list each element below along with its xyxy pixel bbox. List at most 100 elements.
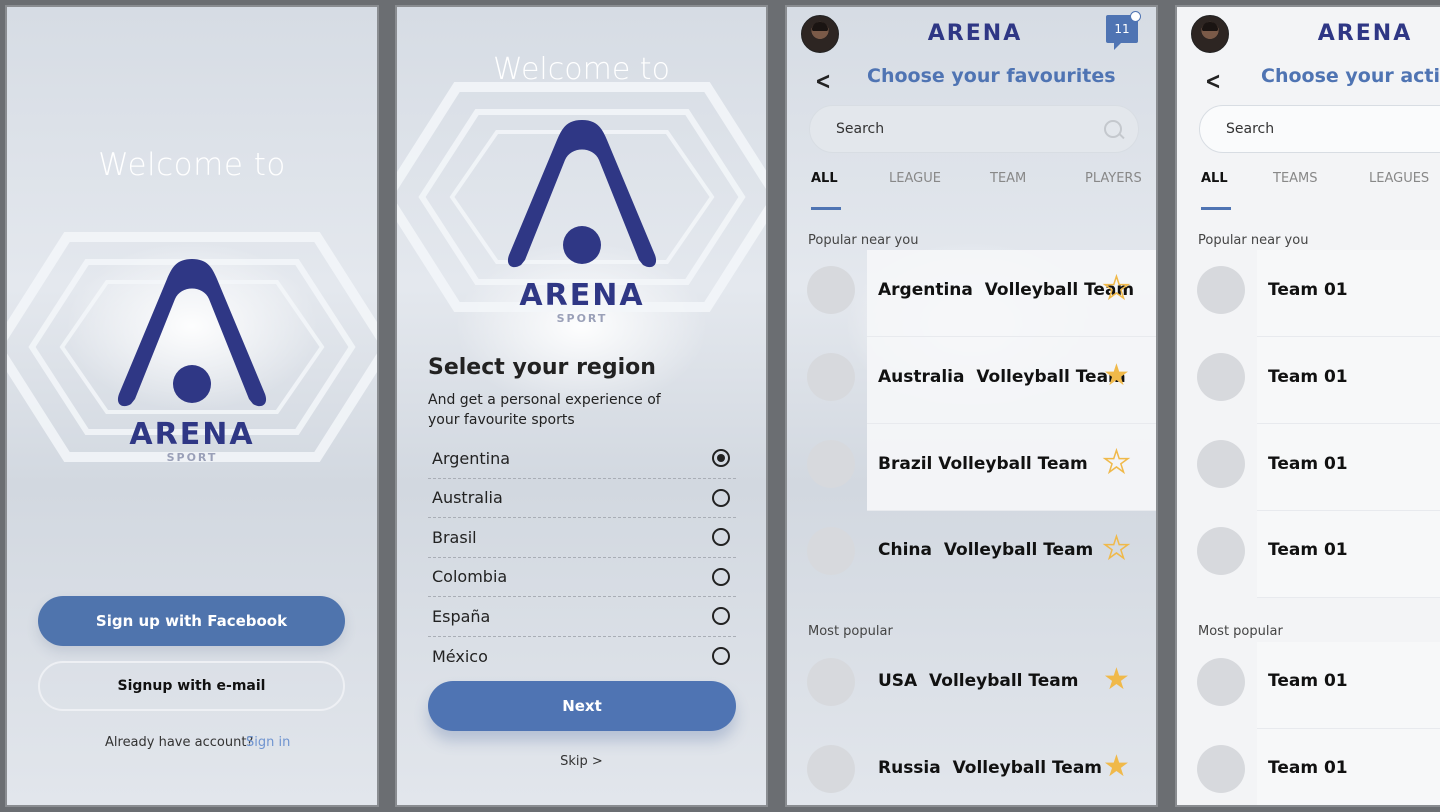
region-option[interactable]: Argentina xyxy=(428,439,736,479)
region-name: España xyxy=(432,606,491,626)
team-name[interactable]: Australia Volleyball Team xyxy=(878,367,1126,387)
notification-badge[interactable]: 11 xyxy=(1106,11,1141,50)
region-subtitle: And get a personal experience of your fa… xyxy=(428,392,661,428)
team-name[interactable]: Team 01 xyxy=(1268,540,1348,560)
team-name[interactable]: Team 01 xyxy=(1268,280,1348,300)
brand-sub: SPORT xyxy=(167,451,218,464)
welcome-text: Welcome to xyxy=(98,147,286,183)
team-avatar xyxy=(807,527,855,575)
region-option[interactable]: Australia xyxy=(428,479,736,518)
skip-link[interactable]: Skip > xyxy=(397,754,766,769)
email-signup-button[interactable]: Signup with e-mail xyxy=(38,661,345,711)
radio-unselected[interactable] xyxy=(712,567,730,586)
team-name[interactable]: Brazil Volleyball Team xyxy=(878,454,1088,474)
star-filled-icon[interactable]: ★ xyxy=(1103,752,1130,782)
arena-header-logo: ARENA xyxy=(1318,21,1412,45)
team-name[interactable]: Team 01 xyxy=(1268,758,1348,778)
brand-name: ARENA xyxy=(519,278,644,313)
team-avatar xyxy=(807,658,855,706)
region-option[interactable]: España xyxy=(428,597,736,637)
user-avatar[interactable] xyxy=(801,15,839,53)
tab-active-indicator xyxy=(1201,207,1231,210)
region-name: Argentina xyxy=(432,448,511,468)
region-name: México xyxy=(432,646,488,666)
team-avatar xyxy=(1197,658,1245,706)
signin-link[interactable]: Sign in xyxy=(246,735,290,750)
section-most-popular: Most popular xyxy=(808,624,893,639)
region-list: Argentina Australia Brasil Colombia Espa… xyxy=(428,439,736,676)
team-avatar xyxy=(807,745,855,793)
welcome-screen: Welcome to ARENA SPORT Sign up with Face… xyxy=(5,5,379,807)
next-button[interactable]: Next xyxy=(428,681,736,731)
team-name[interactable]: Argentina Volleyball Team xyxy=(878,280,1134,300)
team-avatar xyxy=(1197,527,1245,575)
section-popular-near: Popular near you xyxy=(808,233,919,248)
team-name[interactable]: Team 01 xyxy=(1268,671,1348,691)
radio-unselected[interactable] xyxy=(712,647,730,666)
brand-sub: SPORT xyxy=(557,312,608,325)
radio-unselected[interactable] xyxy=(712,528,730,547)
tab-players[interactable]: PLAYERS xyxy=(1085,171,1142,186)
header-brand: ARENA xyxy=(928,21,1022,45)
radio-unselected[interactable] xyxy=(712,607,730,626)
team-name[interactable]: USA Volleyball Team xyxy=(878,671,1078,691)
user-avatar[interactable] xyxy=(1191,15,1229,53)
star-outline-icon[interactable]: ★ xyxy=(1102,447,1130,479)
tab-teams[interactable]: TEAMS xyxy=(1273,171,1318,186)
star-filled-icon[interactable]: ★ xyxy=(1103,665,1130,695)
arena-logo: ARENA SPORT xyxy=(507,120,657,325)
section-most-popular: Most popular xyxy=(1198,624,1283,639)
radio-unselected[interactable] xyxy=(712,488,730,507)
activities-screen: ARENA < Choose your activiti Search ALL … xyxy=(1175,5,1440,807)
search-placeholder: Search xyxy=(836,121,885,137)
team-avatar xyxy=(1197,745,1245,793)
section-popular-near: Popular near you xyxy=(1198,233,1309,248)
region-option[interactable]: Colombia xyxy=(428,558,736,597)
region-option[interactable]: Brasil xyxy=(428,518,736,558)
star-outline-icon[interactable]: ★ xyxy=(1102,273,1130,305)
team-name[interactable]: Team 01 xyxy=(1268,367,1348,387)
team-avatar xyxy=(807,266,855,314)
page-title: Choose your activiti xyxy=(1261,65,1440,87)
tab-leagues[interactable]: LEAGUES xyxy=(1369,171,1429,186)
facebook-signup-button[interactable]: Sign up with Facebook xyxy=(38,596,345,646)
favourites-screen: ARENA 11 < Choose your favourites Search… xyxy=(785,5,1158,807)
search-icon[interactable] xyxy=(1104,120,1122,138)
back-chevron-icon[interactable]: < xyxy=(815,67,831,95)
team-name[interactable]: China Volleyball Team xyxy=(878,540,1093,560)
have-account-label: Already have account? xyxy=(105,735,254,750)
team-avatar xyxy=(807,440,855,488)
filter-tabs: ALL TEAMS LEAGUES xyxy=(1201,171,1440,211)
region-name: Australia xyxy=(432,488,503,508)
tab-all[interactable]: ALL xyxy=(811,171,838,186)
star-outline-icon[interactable]: ★ xyxy=(1102,533,1130,565)
header-brand: ARENA xyxy=(1318,21,1412,45)
tab-league[interactable]: LEAGUE xyxy=(889,171,941,186)
back-chevron-icon[interactable]: < xyxy=(1205,67,1221,95)
tab-active-indicator xyxy=(811,207,841,210)
star-filled-icon[interactable]: ★ xyxy=(1103,361,1130,391)
region-screen: Welcome to ARENA SPORT Select your regio… xyxy=(395,5,768,807)
team-avatar xyxy=(807,353,855,401)
region-name: Colombia xyxy=(432,567,508,587)
arena-logo: ARENA SPORT xyxy=(117,259,267,464)
welcome-text: Welcome to xyxy=(493,52,670,87)
region-title: Select your region xyxy=(428,355,656,380)
search-input[interactable]: Search xyxy=(1199,105,1440,153)
team-avatar xyxy=(1197,353,1245,401)
region-name: Brasil xyxy=(432,527,477,547)
filter-tabs: ALL LEAGUE TEAM PLAYERS xyxy=(811,171,1156,211)
team-avatar xyxy=(1197,440,1245,488)
tab-all[interactable]: ALL xyxy=(1201,171,1228,186)
region-option[interactable]: México xyxy=(428,637,736,677)
brand-name: ARENA xyxy=(129,417,254,452)
page-title: Choose your favourites xyxy=(867,65,1116,87)
arena-header-logo: ARENA xyxy=(928,21,1022,45)
team-avatar xyxy=(1197,266,1245,314)
search-input[interactable]: Search xyxy=(809,105,1139,153)
search-placeholder: Search xyxy=(1226,121,1275,137)
radio-selected[interactable] xyxy=(712,449,730,468)
tab-team[interactable]: TEAM xyxy=(990,171,1026,186)
team-name[interactable]: Russia Volleyball Team xyxy=(878,758,1102,778)
team-name[interactable]: Team 01 xyxy=(1268,454,1348,474)
